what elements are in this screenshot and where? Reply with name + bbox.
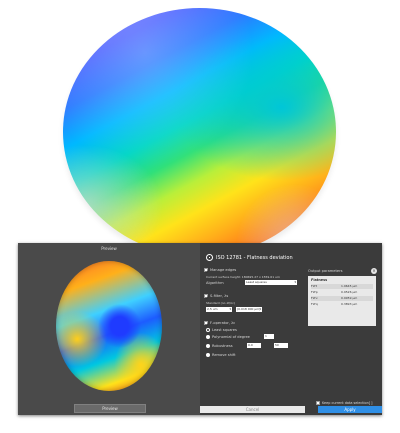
keep-data-row[interactable]: Keep current data selection[ ] [316, 401, 372, 405]
result-row: FLTp 0.9526 μm [311, 290, 373, 295]
robustness-min-input[interactable]: 0.0 [247, 343, 261, 348]
results-box: Flatness FLTt 1.9645 μm FLTp 0.9526 μm F… [308, 276, 376, 326]
results-title: Output parameters [308, 269, 343, 273]
f-operator-checkbox[interactable] [204, 321, 208, 325]
lambda-unit-select[interactable]: 2.5 um [206, 307, 232, 312]
lambda-value-select[interactable]: (0.018 000 μm) [236, 307, 262, 312]
remove-shift-label: Remove shift [212, 353, 236, 357]
result-name: FLTv [311, 296, 318, 300]
f-operator-row[interactable]: F-operator, λc [204, 321, 235, 325]
result-name: FLTt [311, 284, 317, 288]
algorithm-select[interactable]: Least squares [245, 280, 297, 285]
robustness-max-input[interactable]: 50 [274, 343, 288, 348]
preview-button[interactable]: Preview [74, 404, 146, 413]
flatness-dialog: Preview Preview ISO 12781 - Flatness dev… [18, 243, 382, 415]
apply-button[interactable]: Apply [318, 406, 382, 413]
preview-surface-image [56, 261, 162, 391]
robustness-label: Robustness [212, 344, 233, 348]
remove-shift-radio[interactable] [206, 353, 210, 357]
study-logo-icon [206, 254, 213, 261]
result-value: 1.9645 μm [341, 284, 358, 288]
option-remove-shift[interactable]: Remove shift [206, 353, 236, 357]
s-filter-row[interactable]: S-filter, λs [204, 294, 228, 298]
result-row: FLTq 0.3893 μm [311, 302, 373, 307]
s-filter-checkbox[interactable] [204, 294, 208, 298]
manage-edges-checkbox[interactable] [204, 268, 208, 272]
dialog-title-text: ISO 12781 - Flatness deviation [216, 254, 293, 261]
results-group-title: Flatness [311, 278, 328, 282]
manage-edges-row[interactable]: Manage edges [204, 268, 236, 272]
preview-panel-title: Preview [101, 246, 117, 251]
least-squares-label: Least squares [212, 328, 237, 332]
polynomial-radio[interactable] [206, 335, 210, 339]
algorithm-label: Algorithm [206, 281, 224, 285]
results-panel: Output parameters × Flatness FLTt 1.9645… [305, 243, 382, 415]
close-icon[interactable]: × [371, 268, 377, 274]
option-polynomial[interactable]: Polynomial of degree [206, 335, 250, 339]
least-squares-radio[interactable] [206, 328, 210, 332]
result-value: 0.9959 μm [341, 296, 358, 300]
preview-panel: Preview Preview [18, 243, 200, 415]
robustness-radio[interactable] [206, 344, 210, 348]
dialog-title: ISO 12781 - Flatness deviation [206, 254, 293, 261]
cancel-button[interactable]: Cancel [200, 406, 305, 413]
result-row: FLTt 1.9645 μm [311, 284, 373, 289]
surface-3d-render [63, 8, 336, 256]
f-operator-label: F-operator, λc [210, 321, 236, 325]
option-robustness[interactable]: Robustness [206, 344, 233, 348]
keep-data-label: Keep current data selection[ ] [322, 401, 373, 405]
result-name: FLTp [311, 290, 318, 294]
manage-edges-label: Manage edges [210, 268, 237, 272]
polynomial-degree-input[interactable]: 1 [264, 334, 274, 339]
polynomial-label: Polynomial of degree [212, 335, 250, 339]
surface-height-label: Current surface height: 180695.27 x 1559… [206, 275, 280, 279]
result-value: 0.9526 μm [341, 290, 358, 294]
filter-note: Standard (no λf/λc) [206, 301, 235, 305]
result-value: 0.3893 μm [341, 302, 358, 306]
result-name: FLTq [311, 302, 318, 306]
settings-panel: ISO 12781 - Flatness deviation Manage ed… [200, 243, 305, 415]
keep-data-checkbox[interactable] [316, 401, 320, 405]
s-filter-label: S-filter, λs [210, 294, 229, 298]
result-row: FLTv 0.9959 μm [311, 296, 373, 301]
option-least-squares[interactable]: Least squares [206, 328, 237, 332]
